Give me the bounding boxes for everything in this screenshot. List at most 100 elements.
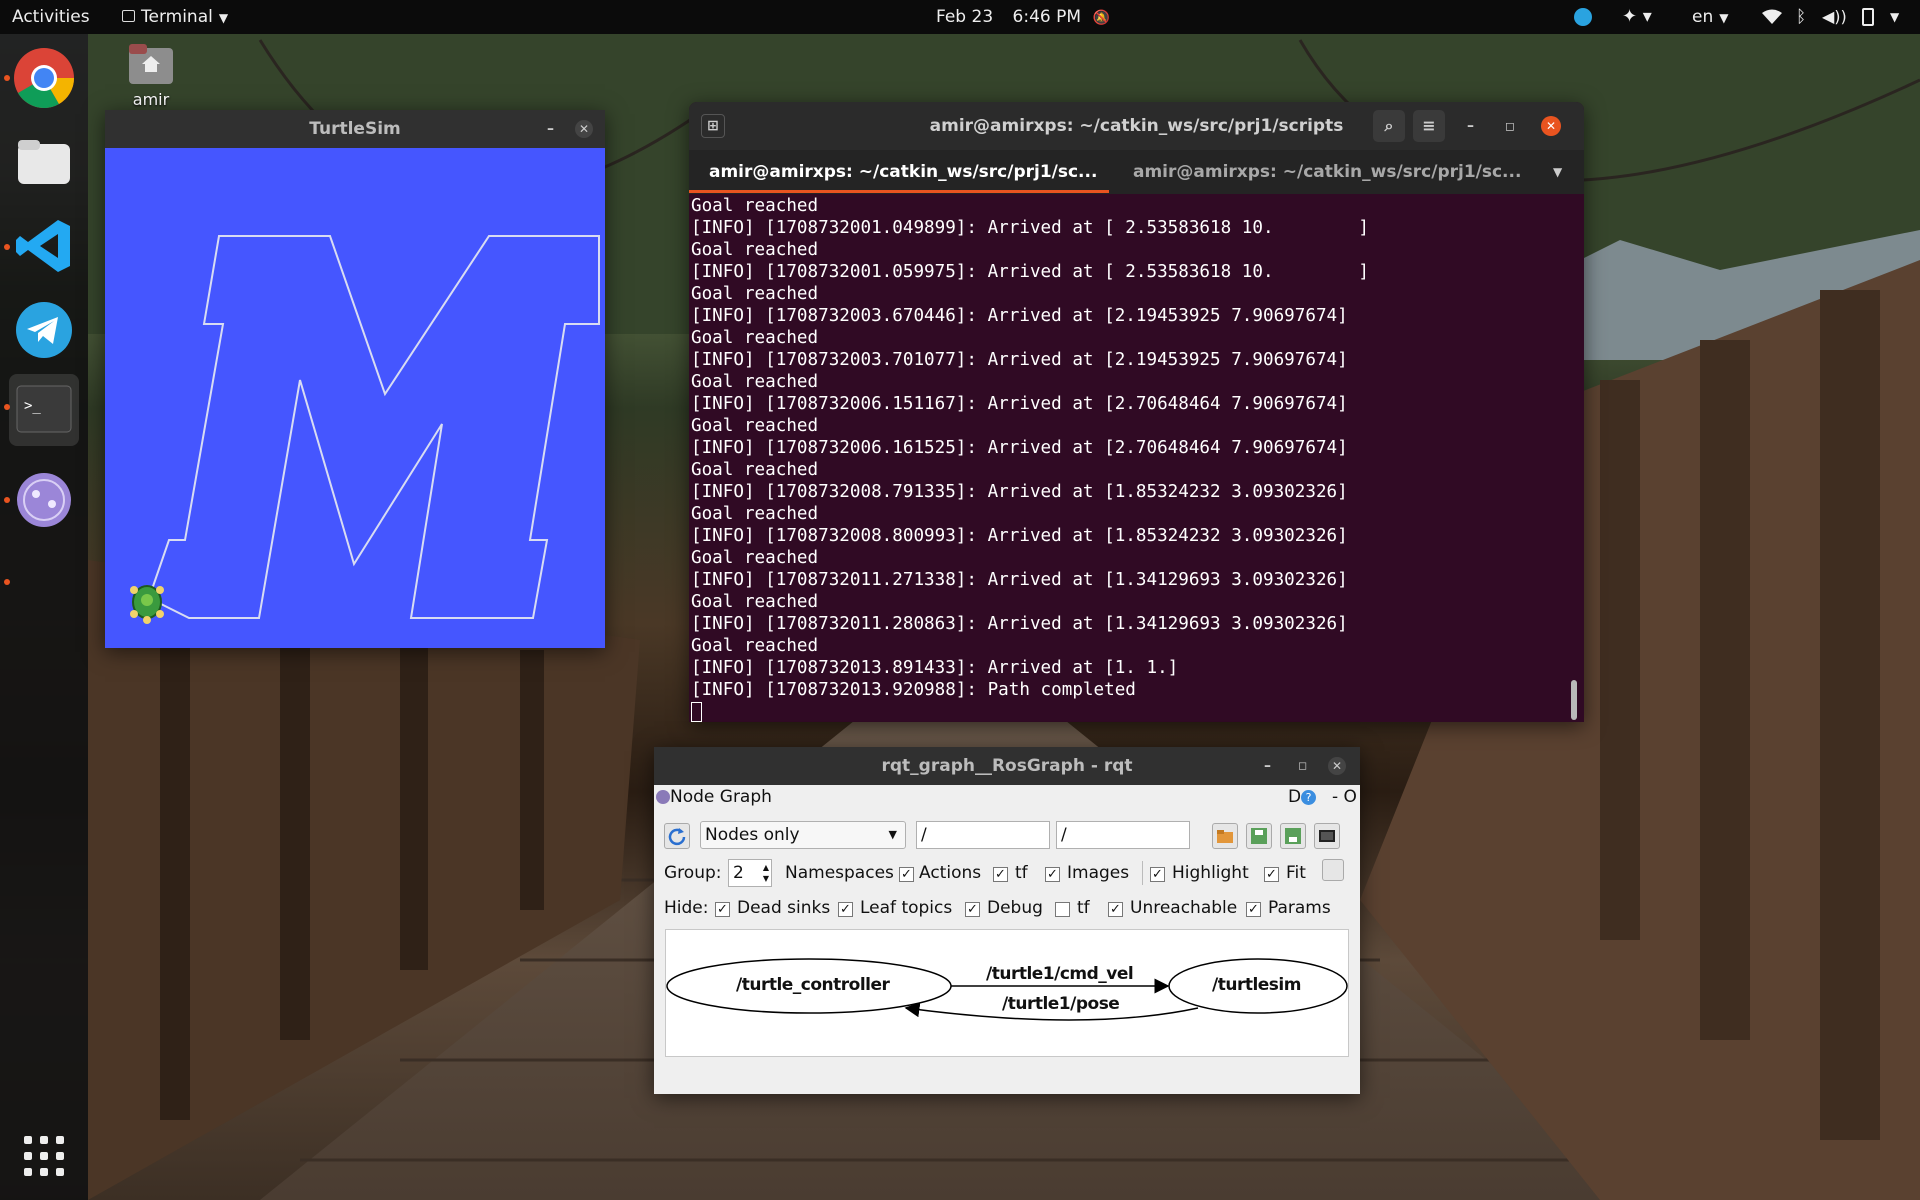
- terminal-small-icon: [122, 10, 135, 22]
- leaf-topics-checkbox[interactable]: ✓: [838, 902, 853, 917]
- hide-tf-checkbox[interactable]: [1055, 902, 1070, 917]
- graph-mode-select[interactable]: Nodes only ▼: [700, 821, 906, 849]
- clock-date: Feb 23: [936, 7, 994, 27]
- home-folder-icon: [129, 44, 173, 84]
- rqt-titlebar[interactable]: rqt_graph__RosGraph - rqt – ◻ ✕: [654, 747, 1360, 785]
- fit-checkbox[interactable]: ✓: [1264, 867, 1279, 882]
- bluetooth-icon[interactable]: ᛒ: [1796, 0, 1806, 34]
- app-icon[interactable]: [12, 468, 76, 532]
- desktop-home-icon[interactable]: amir: [121, 42, 181, 112]
- volume-icon[interactable]: ◀)): [1822, 0, 1847, 34]
- tf-checkbox[interactable]: ✓: [993, 867, 1008, 882]
- highlight-checkbox[interactable]: ✓: [1150, 867, 1165, 882]
- topic-cmd-vel[interactable]: /turtle1/cmd_vel: [986, 964, 1134, 984]
- terminal-line: [INFO] [1708732003.670446]: Arrived at […: [691, 306, 1348, 326]
- group-spinbox[interactable]: 2 ▲ ▼: [728, 859, 772, 887]
- terminal-tab-inactive[interactable]: amir@amirxps: ~/catkin_ws/src/prj1/sc...…: [1133, 150, 1533, 194]
- language-menu[interactable]: en ▼: [1692, 0, 1728, 34]
- telegram-icon[interactable]: [12, 298, 76, 362]
- close-icon[interactable]: ✕: [1328, 757, 1346, 775]
- close-icon[interactable]: ✕: [575, 120, 593, 138]
- close-icon[interactable]: ✕: [1541, 116, 1561, 136]
- refresh-icon[interactable]: [664, 823, 690, 849]
- save-dot-icon[interactable]: [1246, 823, 1272, 849]
- search-icon[interactable]: ⌕: [1373, 110, 1405, 142]
- terminal-tab-active[interactable]: amir@amirxps: ~/catkin_ws/src/prj1/sc...…: [709, 150, 1109, 194]
- vscode-icon[interactable]: [12, 214, 76, 278]
- actions-label: Actions: [919, 863, 982, 883]
- top-bar: Activities Terminal ▼ Feb 23 6:46 PM 🔕 ✦ …: [0, 0, 1920, 34]
- wifi-icon[interactable]: [1762, 0, 1782, 34]
- terminal-line: [INFO] [1708732008.800993]: Arrived at […: [691, 526, 1348, 546]
- plugin-dock-button[interactable]: D?: [1288, 787, 1317, 807]
- terminal-line: [INFO] [1708732013.920988]: Path complet…: [691, 680, 1136, 700]
- images-checkbox[interactable]: ✓: [1045, 867, 1060, 882]
- spin-arrows-icon[interactable]: ▲ ▼: [763, 862, 769, 884]
- active-tab-underline: [689, 190, 1109, 193]
- running-indicator: [4, 244, 10, 250]
- battery-icon[interactable]: [1862, 0, 1874, 34]
- terminal-line: [INFO] [1708732013.891433]: Arrived at […: [691, 658, 1179, 678]
- maximize-icon[interactable]: ◻: [1298, 747, 1307, 785]
- tf-label: tf: [1015, 863, 1028, 883]
- params-label: Params: [1268, 898, 1331, 918]
- files-icon[interactable]: [12, 130, 76, 194]
- app-menu[interactable]: Terminal ▼: [122, 0, 228, 34]
- plugin-close-button[interactable]: - O: [1332, 787, 1357, 807]
- graph-canvas[interactable]: /turtle_controller /turtlesim /turtle1/c…: [665, 929, 1349, 1057]
- telegram-tray-icon[interactable]: [1574, 0, 1592, 34]
- do-not-disturb-icon: 🔕: [1092, 10, 1110, 26]
- save-image-icon[interactable]: [1314, 823, 1340, 849]
- debug-checkbox[interactable]: ✓: [965, 902, 980, 917]
- unreachable-checkbox[interactable]: ✓: [1108, 902, 1123, 917]
- new-tab-icon[interactable]: ⊞: [701, 114, 725, 138]
- plugin-title: Node Graph: [670, 787, 772, 807]
- exclude-filter-input[interactable]: /: [1056, 821, 1190, 849]
- turtlesim-canvas: [130, 235, 600, 624]
- highlight-label: Highlight: [1172, 863, 1249, 883]
- node-turtle-controller[interactable]: /turtle_controller: [736, 975, 890, 995]
- actions-checkbox[interactable]: ✓: [899, 867, 914, 882]
- terminal-scrollbar[interactable]: [1571, 680, 1577, 720]
- separator: [1142, 861, 1143, 885]
- chevron-down-icon: ▼: [218, 11, 229, 25]
- help-icon[interactable]: ?: [1301, 789, 1317, 805]
- terminal-title: amir@amirxps: ~/catkin_ws/src/prj1/scrip…: [929, 116, 1344, 136]
- turtlesim-titlebar[interactable]: TurtleSim – ✕: [105, 110, 605, 148]
- maximize-icon[interactable]: ◻: [1505, 102, 1515, 150]
- chrome-icon[interactable]: [12, 46, 76, 110]
- turtle-path: [148, 235, 600, 619]
- terminal-titlebar[interactable]: ⊞ amir@amirxps: ~/catkin_ws/src/prj1/scr…: [689, 102, 1584, 150]
- accessibility-icon[interactable]: ✦ ▾: [1622, 0, 1652, 34]
- save-svg-icon[interactable]: [1280, 823, 1306, 849]
- show-apps-icon[interactable]: [22, 1134, 66, 1178]
- terminal-line: Goal reached: [691, 284, 819, 304]
- include-filter-input[interactable]: /: [916, 821, 1050, 849]
- running-indicator: [4, 75, 10, 81]
- fit-view-icon[interactable]: [1322, 859, 1344, 881]
- minimize-icon[interactable]: –: [1467, 102, 1474, 150]
- params-checkbox[interactable]: ✓: [1246, 902, 1261, 917]
- language-label: en: [1692, 7, 1714, 27]
- node-turtlesim[interactable]: /turtlesim: [1212, 975, 1301, 995]
- minimize-icon[interactable]: –: [1264, 747, 1271, 785]
- terminal-cursor: [691, 702, 702, 722]
- terminal-line: [INFO] [1708732006.161525]: Arrived at […: [691, 438, 1348, 458]
- terminal-line: [INFO] [1708732006.151167]: Arrived at […: [691, 394, 1348, 414]
- activities-button[interactable]: Activities: [12, 0, 90, 34]
- tab-overflow-chevron-icon[interactable]: ▼: [1553, 150, 1562, 194]
- hamburger-menu-icon[interactable]: ≡: [1413, 110, 1445, 142]
- dead-sinks-checkbox[interactable]: ✓: [715, 902, 730, 917]
- terminal-line: [INFO] [1708732011.271338]: Arrived at […: [691, 570, 1348, 590]
- system-menu-chevron-icon[interactable]: ▼: [1890, 0, 1899, 34]
- terminal-line: Goal reached: [691, 196, 819, 216]
- open-folder-icon[interactable]: [1212, 823, 1238, 849]
- minimize-icon[interactable]: –: [547, 110, 554, 148]
- topic-pose[interactable]: /turtle1/pose: [1002, 994, 1120, 1014]
- unreachable-label: Unreachable: [1130, 898, 1238, 918]
- terminal-line: Goal reached: [691, 372, 819, 392]
- dock: >_: [0, 34, 88, 1200]
- clock[interactable]: Feb 23 6:46 PM 🔕: [936, 0, 1110, 34]
- terminal-output[interactable]: Goal reached [INFO] [1708732001.049899]: …: [691, 194, 1571, 722]
- terminal-icon[interactable]: >_: [9, 374, 79, 446]
